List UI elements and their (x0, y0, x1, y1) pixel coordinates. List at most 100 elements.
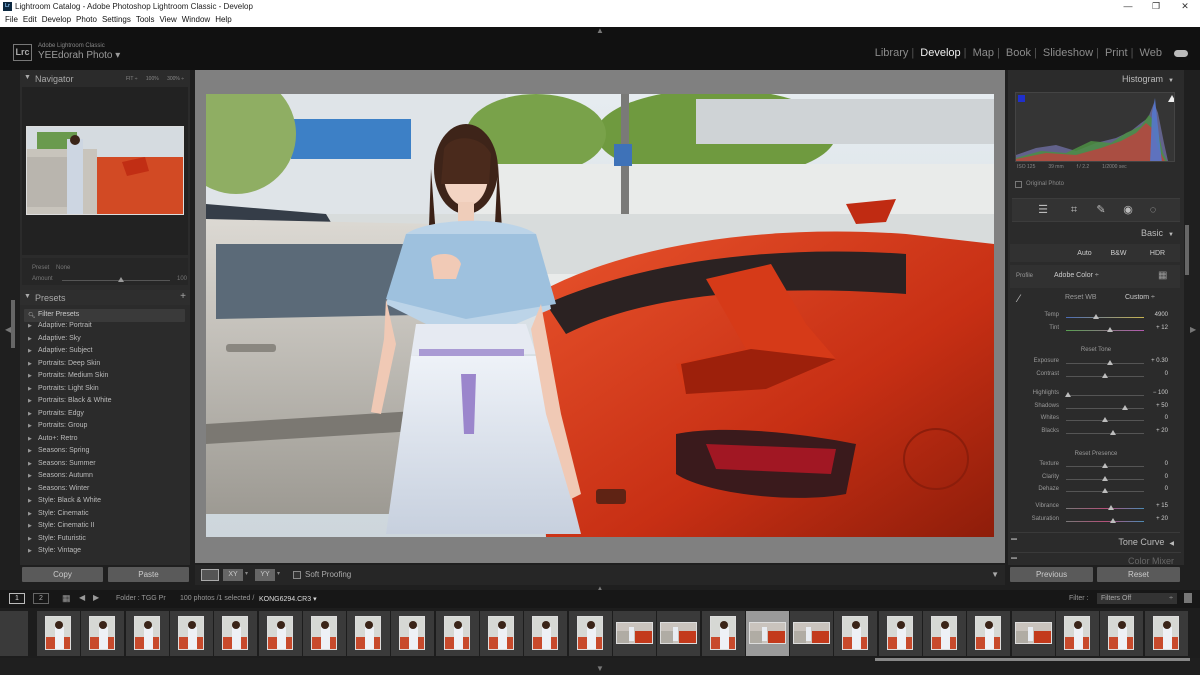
loupe-view-icon[interactable] (201, 569, 219, 581)
slider-value[interactable]: 0 (1138, 415, 1168, 421)
slider-knob[interactable] (1092, 314, 1099, 319)
navigator-header[interactable]: ▼ Navigator FIT ÷ 100% 300% ÷ (20, 71, 190, 86)
module-web[interactable]: Web (1140, 47, 1162, 59)
wb-select[interactable]: Custom ÷ (1125, 294, 1155, 301)
forward-arrow-icon[interactable]: ▶ (93, 593, 99, 602)
reset-button[interactable]: Reset (1097, 567, 1180, 582)
filter-select[interactable]: Filters Off ÷ (1097, 593, 1177, 604)
edit-sliders-icon[interactable]: ☰ (1036, 203, 1050, 217)
preset-group-item[interactable]: ▶ Seasons: Spring (28, 447, 183, 460)
slider-knob[interactable] (1102, 488, 1108, 493)
amount-slider-knob[interactable] (118, 277, 124, 282)
preset-group-item[interactable]: ▶ Seasons: Autumn (28, 472, 183, 485)
filmstrip-cell[interactable] (480, 611, 523, 656)
reset-tone-label[interactable]: Reset Tone (1008, 347, 1184, 353)
amount-slider[interactable] (62, 280, 170, 281)
module-book[interactable]: Book (1006, 47, 1031, 59)
collapse-right-icon[interactable]: ▶ (1190, 325, 1196, 334)
slider-knob[interactable] (1108, 505, 1115, 510)
menu-edit[interactable]: Edit (23, 15, 37, 24)
slider-value[interactable]: + 20 (1138, 516, 1168, 522)
right-panel-scrollbar[interactable] (1185, 225, 1189, 275)
preset-group-item[interactable]: ▶ Style: Cinematic II (28, 522, 183, 535)
filmstrip-cell[interactable] (81, 611, 125, 656)
preset-group-item[interactable]: ▶ Adaptive: Portrait (28, 322, 183, 335)
preset-group-item[interactable]: ▶ Portraits: Edgy (28, 410, 183, 423)
filmstrip-cell[interactable] (657, 611, 701, 656)
slider-knob[interactable] (1109, 429, 1116, 435)
slider-track[interactable] (1066, 508, 1144, 509)
grid-view-icon[interactable]: ▦ (62, 593, 71, 604)
preset-group-item[interactable]: ▶ Portraits: Group (28, 422, 183, 435)
preset-group-item[interactable]: ▶ Portraits: Medium Skin (28, 372, 183, 385)
filmstrip-cell[interactable] (568, 611, 612, 656)
filmstrip-cell[interactable] (878, 611, 922, 656)
auto-button[interactable]: Auto (1071, 247, 1098, 260)
slider-knob[interactable] (1106, 360, 1113, 365)
filmstrip-cell[interactable] (612, 611, 656, 656)
reset-presence-label[interactable]: Reset Presence (1008, 451, 1184, 457)
slider-value[interactable]: + 20 (1138, 428, 1168, 434)
original-photo-checkbox[interactable] (1015, 181, 1022, 188)
menu-settings[interactable]: Settings (102, 15, 131, 24)
nav-100-option[interactable]: 100% (146, 76, 159, 82)
basic-header[interactable]: Basic ▼ (1141, 228, 1174, 238)
module-slideshow[interactable]: Slideshow (1043, 47, 1093, 59)
filmstrip-cell[interactable] (37, 611, 80, 656)
menu-file[interactable]: File (5, 15, 18, 24)
slider-track[interactable] (1066, 520, 1144, 522)
filmstrip-cell[interactable] (125, 611, 169, 656)
maximize-icon[interactable]: ❐ (1149, 1, 1163, 12)
slider-knob[interactable] (1106, 326, 1113, 332)
filmstrip-cell[interactable] (391, 611, 435, 656)
slider-track[interactable] (1066, 329, 1144, 331)
navigator-preview[interactable] (26, 126, 184, 215)
slider-track[interactable] (1066, 363, 1144, 364)
filmstrip-scrollbar[interactable] (875, 658, 1190, 661)
survey-dropdown-icon[interactable]: ▾ (277, 570, 280, 577)
masking-icon[interactable]: ◌ (1146, 203, 1160, 217)
slider-knob[interactable] (1102, 463, 1108, 468)
filmstrip-cell-partial[interactable] (0, 611, 28, 656)
menu-help[interactable]: Help (215, 15, 231, 24)
slider-value[interactable]: 0 (1138, 474, 1168, 480)
slider-value[interactable]: 0 (1138, 371, 1168, 377)
filmstrip-cell[interactable] (169, 611, 213, 656)
filmstrip-cell[interactable] (347, 611, 391, 656)
nav-fit-option[interactable]: FIT ÷ (126, 76, 138, 82)
identity-dropdown-icon[interactable]: ▾ (115, 50, 120, 61)
filmstrip-cell[interactable] (1100, 611, 1144, 656)
filmstrip-cell[interactable] (524, 611, 568, 656)
top-panel-toggle-strip[interactable]: ▲ (0, 26, 1200, 36)
identity-name[interactable]: YEEdorah Photo ▾ (38, 50, 120, 61)
slider-value[interactable]: − 100 (1138, 390, 1168, 396)
slider-value[interactable]: 0 (1138, 486, 1168, 492)
filmstrip-cell[interactable] (1144, 611, 1188, 656)
filmstrip-cell[interactable] (923, 611, 966, 656)
before-after-button[interactable]: XY (223, 569, 243, 581)
bw-button[interactable]: B&W (1105, 247, 1132, 260)
left-panel-scrollbar[interactable] (11, 300, 15, 348)
monitor-1-button[interactable]: 1 (9, 593, 25, 604)
preset-group-item[interactable]: ▶ Adaptive: Subject (28, 347, 183, 360)
filmstrip-cell[interactable] (745, 611, 789, 656)
slider-track[interactable] (1066, 317, 1144, 318)
preset-group-item[interactable]: ▶ Seasons: Winter (28, 485, 183, 498)
slider-value[interactable]: 0 (1138, 461, 1168, 467)
before-after-dropdown-icon[interactable]: ▾ (245, 570, 248, 577)
copy-button[interactable]: Copy (22, 567, 103, 582)
module-map[interactable]: Map (973, 47, 994, 59)
menu-view[interactable]: View (160, 15, 177, 24)
previous-button[interactable]: Previous (1010, 567, 1093, 582)
preset-group-item[interactable]: ▶ Portraits: Light Skin (28, 385, 183, 398)
slider-knob[interactable] (1102, 372, 1108, 378)
image-canvas[interactable] (195, 70, 1005, 563)
monitor-2-button[interactable]: 2 (33, 593, 49, 604)
filmstrip-cell[interactable] (790, 611, 834, 656)
slider-knob[interactable] (1102, 417, 1108, 422)
menu-photo[interactable]: Photo (76, 15, 97, 24)
slider-value[interactable]: + 0.30 (1138, 358, 1168, 364)
slider-value[interactable]: + 50 (1138, 403, 1168, 409)
preset-group-item[interactable]: ▶ Adaptive: Sky (28, 335, 183, 348)
slider-knob[interactable] (1064, 392, 1071, 397)
